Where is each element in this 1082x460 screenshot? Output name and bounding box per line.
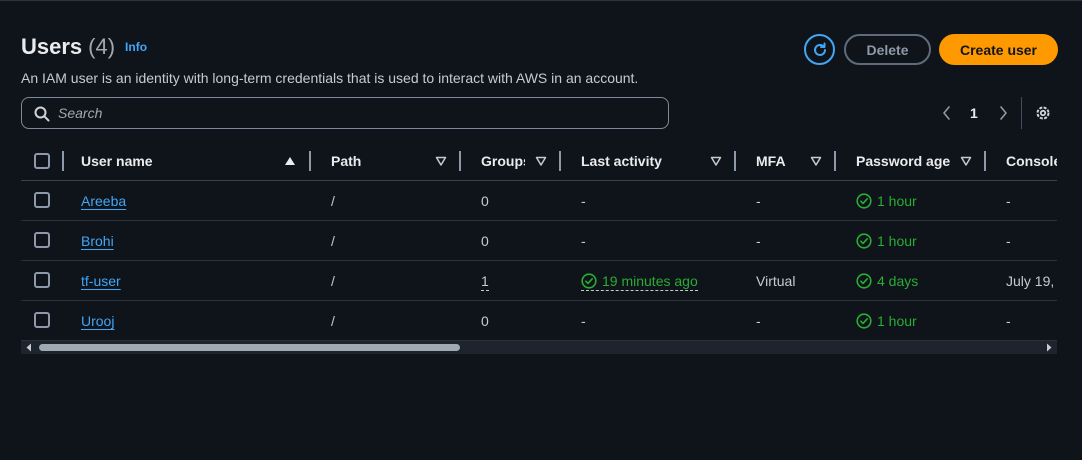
user-name-link[interactable]: Brohi — [81, 233, 114, 249]
column-header-password-age[interactable]: Password age — [856, 141, 950, 181]
scrollbar-thumb[interactable] — [39, 344, 460, 351]
status-ok-icon — [581, 272, 597, 289]
status-ok-icon — [856, 233, 872, 249]
row-checkbox[interactable] — [34, 232, 50, 248]
refresh-button[interactable] — [804, 34, 835, 65]
user-name-link[interactable]: Urooj — [81, 313, 114, 329]
search-field[interactable] — [21, 97, 669, 129]
search-icon — [34, 106, 50, 122]
sort-descending-icon[interactable] — [710, 155, 722, 167]
sort-descending-icon[interactable] — [535, 155, 547, 167]
table-row: Brohi / 0 - - 1 hour - — [21, 221, 1057, 261]
last-activity-status[interactable]: 19 minutes ago — [581, 261, 698, 301]
groups-value: 0 — [481, 193, 489, 209]
password-age-status: 1 hour — [856, 181, 917, 221]
sort-ascending-icon[interactable] — [284, 155, 296, 167]
column-divider — [734, 151, 736, 171]
console-value: July 19, — [1006, 273, 1055, 289]
mfa-value: - — [756, 233, 761, 249]
console-value: - — [1006, 233, 1011, 249]
chevron-left-icon[interactable] — [940, 104, 954, 122]
column-divider — [984, 151, 986, 171]
chevron-right-icon[interactable] — [996, 104, 1010, 122]
users-table: User name Path Groups Last activity MFA … — [21, 141, 1057, 341]
last-activity-value: - — [581, 233, 586, 249]
select-all-checkbox[interactable] — [34, 153, 50, 169]
user-count: (4) — [88, 34, 116, 59]
page-header: Users (4) Info — [21, 34, 147, 60]
delete-button[interactable]: Delete — [844, 34, 931, 65]
column-divider — [559, 151, 561, 171]
password-age-value: 1 hour — [877, 313, 917, 329]
table-row: tf-user / 1 19 minutes ago Virtual 4 day… — [21, 261, 1057, 301]
row-checkbox[interactable] — [34, 312, 50, 328]
password-age-status: 4 days — [856, 261, 918, 301]
password-age-value: 4 days — [877, 273, 919, 289]
horizontal-scrollbar[interactable] — [21, 341, 1057, 354]
column-divider — [459, 151, 461, 171]
password-age-status: 1 hour — [856, 221, 917, 261]
scroll-left-icon[interactable] — [25, 343, 33, 352]
status-ok-icon — [856, 273, 872, 289]
column-divider — [834, 151, 836, 171]
path-value: / — [331, 233, 335, 249]
path-value: / — [331, 273, 335, 289]
path-value: / — [331, 313, 335, 329]
column-header-user-name[interactable]: User name — [81, 141, 153, 181]
last-activity-value: - — [581, 193, 586, 209]
column-header-groups[interactable]: Groups — [481, 141, 525, 181]
column-divider — [62, 151, 64, 171]
search-input[interactable] — [58, 98, 658, 128]
groups-value: 0 — [481, 233, 489, 249]
groups-value: 0 — [481, 313, 489, 329]
sort-descending-icon[interactable] — [435, 155, 447, 167]
user-name-link[interactable]: tf-user — [81, 273, 121, 289]
page-description: An IAM user is an identity with long-ter… — [21, 70, 639, 86]
last-activity-value: - — [581, 313, 586, 329]
status-ok-icon — [856, 313, 872, 329]
user-name-link[interactable]: Areeba — [81, 193, 126, 209]
mfa-value: Virtual — [756, 273, 796, 289]
sort-descending-icon[interactable] — [960, 155, 972, 167]
column-header-path[interactable]: Path — [331, 141, 361, 181]
column-header-mfa[interactable]: MFA — [756, 141, 786, 181]
password-age-value: 1 hour — [877, 193, 917, 209]
column-header-console[interactable]: Console — [1006, 141, 1057, 181]
table-header-row: User name Path Groups Last activity MFA … — [21, 141, 1057, 181]
mfa-value: - — [756, 313, 761, 329]
table-row: Urooj / 0 - - 1 hour - — [21, 301, 1057, 341]
info-link[interactable]: Info — [125, 40, 147, 54]
settings-icon[interactable] — [1034, 104, 1052, 122]
path-value: / — [331, 193, 335, 209]
pagination-divider — [1021, 97, 1022, 129]
password-age-value: 1 hour — [877, 233, 917, 249]
page-number[interactable]: 1 — [970, 105, 978, 121]
refresh-icon — [813, 42, 826, 56]
console-value: - — [1006, 313, 1011, 329]
groups-value[interactable]: 1 — [481, 272, 489, 291]
status-ok-icon — [856, 193, 872, 209]
page-title: Users — [21, 34, 83, 59]
row-checkbox[interactable] — [34, 272, 50, 288]
mfa-value: - — [756, 193, 761, 209]
password-age-status: 1 hour — [856, 301, 917, 341]
row-checkbox[interactable] — [34, 192, 50, 208]
create-user-button[interactable]: Create user — [939, 34, 1058, 65]
console-value: - — [1006, 193, 1011, 209]
table-row: Areeba / 0 - - 1 hour - — [21, 181, 1057, 221]
column-divider — [309, 151, 311, 171]
sort-descending-icon[interactable] — [810, 155, 822, 167]
top-divider — [0, 0, 1082, 1]
column-header-last-activity[interactable]: Last activity — [581, 141, 662, 181]
scroll-right-icon[interactable] — [1045, 343, 1053, 352]
last-activity-value: 19 minutes ago — [602, 272, 698, 289]
